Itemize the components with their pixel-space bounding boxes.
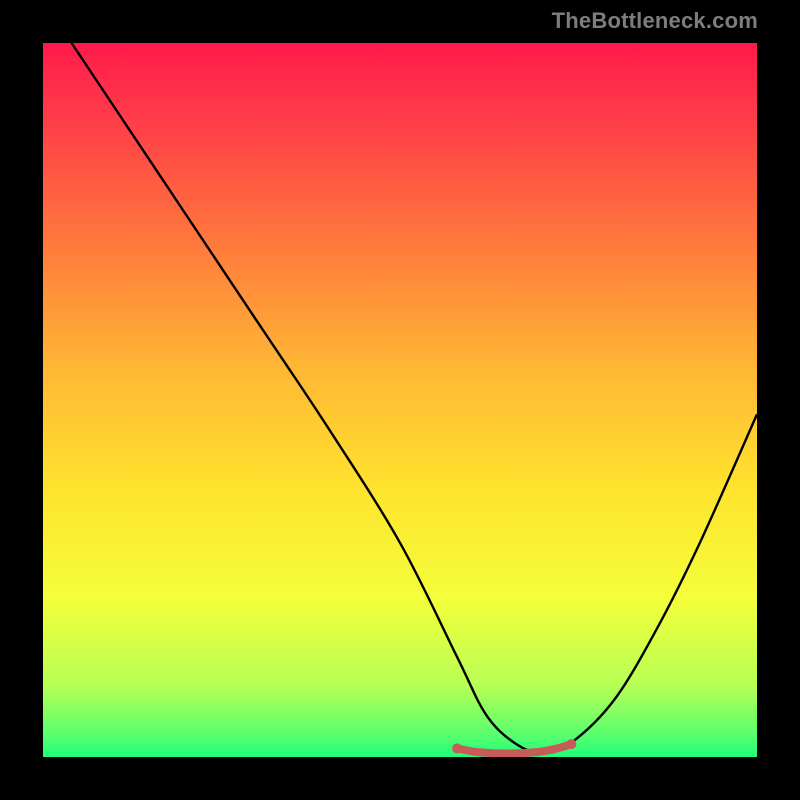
- marker-dot-right: [566, 739, 576, 749]
- bottleneck-curve: [72, 43, 757, 753]
- watermark-text: TheBottleneck.com: [552, 8, 758, 34]
- plot-area: [43, 43, 757, 757]
- marker-dot-left: [452, 743, 462, 753]
- curve-layer: [43, 43, 757, 757]
- chart-frame: TheBottleneck.com: [0, 0, 800, 800]
- flat-region-marker: [457, 744, 571, 753]
